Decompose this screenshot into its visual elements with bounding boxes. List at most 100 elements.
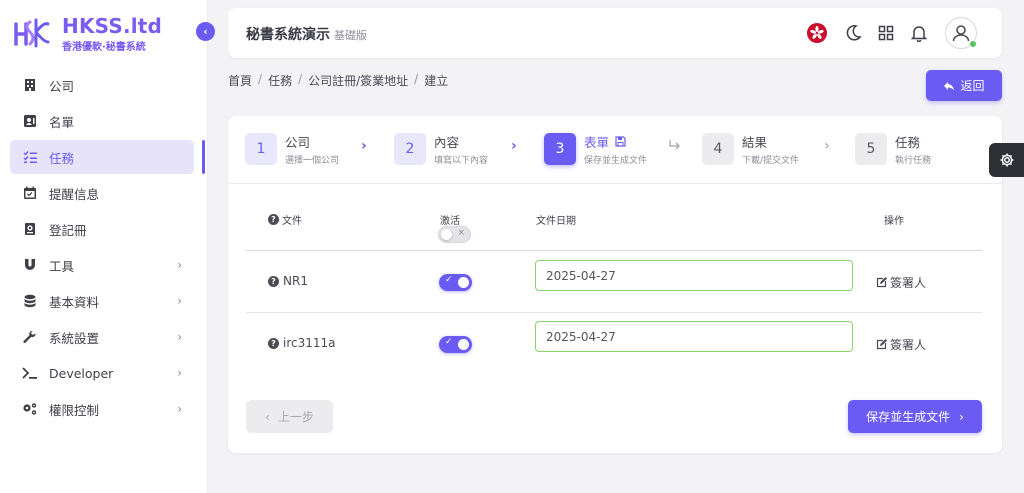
chevron-left-icon: ‹: [203, 25, 208, 38]
step-2[interactable]: 2 內容 填寫以下內容: [394, 132, 488, 166]
step-number: 3: [544, 133, 576, 165]
column-header-file: ? 文件: [268, 212, 302, 227]
file-name: irc3111a: [283, 336, 336, 350]
active-toggle[interactable]: ✓: [439, 274, 472, 291]
brand-name: HKSS.ltd: [62, 13, 163, 38]
edit-icon: [876, 277, 887, 288]
step-4[interactable]: 4 結果 下載/提交文件: [702, 132, 799, 166]
document-date-input[interactable]: [535, 260, 853, 291]
signer-label: 簽署人: [890, 338, 927, 352]
column-header-label: 激活: [440, 216, 460, 227]
task-form-card: 1 公司 選擇一個公司 › 2 內容 填寫以下內容 › 3 表單 保存並生成文件…: [228, 116, 1002, 453]
help-icon[interactable]: ?: [268, 275, 279, 287]
sidebar-item-registers[interactable]: 登記冊: [10, 212, 194, 246]
document-date-input[interactable]: [535, 321, 853, 352]
sidebar-item-label: Developer: [49, 365, 114, 381]
breadcrumb-home[interactable]: 首頁: [228, 72, 252, 89]
chevron-right-icon: ›: [177, 294, 182, 308]
step-title: 結果: [742, 135, 768, 150]
step-title: 任務: [895, 135, 921, 150]
step-subtitle: 填寫以下內容: [434, 156, 489, 166]
breadcrumb: 首頁 / 任務 / 公司註冊/簽業地址 / 建立: [228, 72, 448, 89]
step-title: 表單: [584, 132, 647, 151]
step-subtitle: 執行任務: [895, 156, 932, 166]
sidebar-item-label: 提醒信息: [49, 186, 100, 202]
contact-card-icon: [22, 113, 38, 129]
previous-step-label: 上一步: [277, 410, 314, 424]
signer-label: 簽署人: [890, 276, 927, 290]
signer-link[interactable]: 簽署人: [876, 336, 926, 353]
back-button-label: 返回: [960, 79, 985, 93]
save-icon: [615, 136, 626, 147]
chevron-right-icon: ›: [361, 138, 367, 154]
step-5[interactable]: 5 任務 執行任務: [855, 132, 931, 166]
stepper-divider: [228, 183, 1002, 184]
wrench-icon: [22, 329, 38, 345]
breadcrumb-task-type[interactable]: 公司註冊/簽業地址: [308, 72, 408, 89]
sidebar-item-company[interactable]: 公司: [10, 68, 194, 102]
toggle-knob: [458, 339, 469, 350]
sidebar-item-reminders[interactable]: 提醒信息: [10, 176, 194, 210]
breadcrumb-separator: /: [298, 72, 303, 86]
chevron-right-icon: ›: [177, 402, 182, 416]
building-icon: [22, 77, 38, 93]
save-generate-button[interactable]: 保存並生成文件 ›: [848, 400, 982, 433]
chevron-right-icon: ›: [824, 138, 830, 154]
step-title: 內容: [434, 135, 460, 150]
grid-icon[interactable]: [875, 22, 897, 44]
column-header-label: 文件日期: [536, 216, 576, 227]
sidebar-item-developer[interactable]: Developer ›: [10, 356, 194, 390]
active-indicator: [202, 140, 205, 174]
active-toggle[interactable]: ✓: [439, 336, 472, 353]
step-subtitle: 下載/提交文件: [742, 156, 800, 166]
close-icon: ×: [457, 228, 465, 238]
step-1[interactable]: 1 公司 選擇一個公司: [245, 132, 339, 166]
sidebar-item-system-settings[interactable]: 系統設置 ›: [10, 320, 194, 354]
previous-step-button[interactable]: ‹ 上一步: [246, 400, 333, 433]
sidebar-item-label: 基本資料: [49, 294, 100, 310]
app-title-text: 秘書系統演示: [246, 27, 330, 43]
database-icon: [22, 293, 38, 309]
moon-icon[interactable]: [842, 22, 864, 44]
column-header-label: 文件: [282, 216, 302, 227]
column-header-action: 操作: [884, 212, 904, 227]
breadcrumb-separator: /: [414, 72, 419, 86]
signer-link[interactable]: 簽署人: [876, 274, 926, 291]
online-status-badge: [969, 40, 977, 48]
check-icon: ✓: [445, 275, 453, 285]
step-number: 2: [394, 133, 426, 165]
settings-button[interactable]: [989, 143, 1024, 177]
breadcrumb-tasks[interactable]: 任務: [268, 72, 292, 89]
checklist-icon: [22, 149, 38, 165]
toggle-all-switch[interactable]: ×: [438, 226, 471, 243]
chevron-right-icon: ›: [959, 409, 964, 424]
sidebar-item-permissions[interactable]: 權限控制 ›: [10, 392, 194, 426]
calendar-icon: [22, 185, 38, 201]
back-button[interactable]: 返回: [926, 70, 1002, 101]
gears-icon: [22, 401, 38, 417]
step-3[interactable]: 3 表單 保存並生成文件: [544, 132, 647, 166]
help-icon[interactable]: ?: [268, 337, 279, 349]
step-subtitle: 選擇一個公司: [285, 156, 340, 166]
sidebar-item-label: 工具: [49, 258, 75, 274]
reply-arrow-icon: [944, 81, 955, 90]
hk-flag-icon[interactable]: [806, 22, 828, 44]
chevron-right-icon: ›: [511, 138, 517, 154]
sidebar-item-tasks[interactable]: 任務: [10, 140, 194, 174]
chevron-left-icon: ‹: [265, 409, 270, 424]
user-avatar-icon[interactable]: [945, 17, 977, 49]
sidebar-item-label: 公司: [49, 78, 75, 94]
sidebar-item-roster[interactable]: 名單: [10, 104, 194, 138]
sidebar-collapse-button[interactable]: ‹: [196, 22, 215, 41]
sidebar-item-label: 任務: [49, 150, 75, 166]
brand-logo[interactable]: HKSS.ltd 香港優軟·秘書系統: [8, 14, 162, 54]
sidebar-item-tools[interactable]: 工具 ›: [10, 248, 194, 282]
table-row-file: ? NR1: [268, 274, 308, 288]
sidebar-item-basic-data[interactable]: 基本資料 ›: [10, 284, 194, 318]
terminal-icon: [22, 365, 38, 381]
help-icon[interactable]: ?: [268, 214, 279, 225]
register-book-icon: [22, 221, 38, 237]
bell-icon[interactable]: [908, 22, 930, 44]
sidebar-nav: 公司 名單 任務 提醒信息 登記冊 工具 › 基本資料 › 系統設置 › Dev…: [10, 68, 194, 428]
gear-icon: [1000, 153, 1013, 167]
